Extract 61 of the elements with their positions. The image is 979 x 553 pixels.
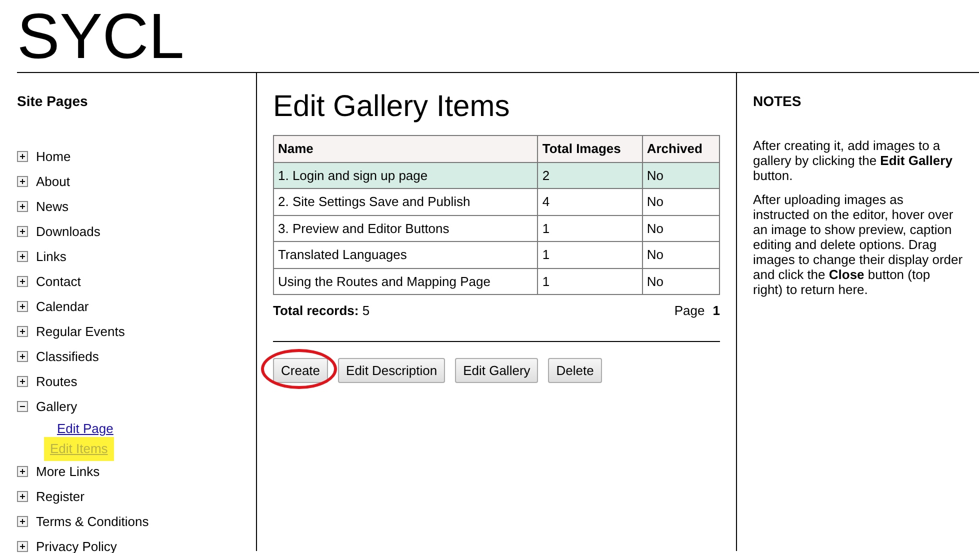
table-cell: 2. Site Settings Save and Publish	[274, 188, 538, 215]
sidebar-link[interactable]: Edit Page	[57, 419, 114, 439]
expand-icon[interactable]	[17, 466, 28, 477]
sidebar-item[interactable]: Calendar	[36, 296, 89, 316]
table-cell: 3. Preview and Editor Buttons	[274, 215, 538, 242]
sidebar-item[interactable]: Downloads	[36, 222, 100, 242]
column-header: Archived	[642, 136, 720, 162]
action-button[interactable]: Create	[273, 358, 328, 383]
expand-icon[interactable]	[17, 176, 28, 187]
action-button[interactable]: Edit Description	[338, 358, 446, 383]
sidebar-item[interactable]: News	[36, 196, 69, 216]
sidebar-item[interactable]: Classifieds	[36, 346, 99, 366]
table-cell: 1	[538, 215, 642, 242]
note-paragraph: After creating it, add images to a gallery by clicking the Edit Gallery button.	[753, 138, 954, 183]
expand-icon[interactable]	[17, 301, 28, 312]
table-cell: No	[642, 188, 720, 215]
sidebar-item[interactable]: More Links	[36, 462, 100, 482]
table-cell: No	[642, 268, 720, 294]
expand-icon[interactable]	[17, 376, 28, 387]
column-header: Name	[274, 136, 538, 162]
note-paragraph: After uploading images as instructed on the editor, hover over an image to show preview, caption editing and delete options. Drag images to change their display order and click the Close button (top right) to return here.	[753, 192, 963, 297]
page-heading: Edit Gallery Items	[273, 89, 511, 125]
sidebar-item[interactable]: Routes	[36, 372, 78, 392]
sidebar-item[interactable]: Links	[36, 246, 66, 266]
expand-icon[interactable]	[17, 276, 28, 287]
expand-icon[interactable]	[17, 151, 28, 162]
page-number: 1	[712, 302, 720, 320]
table-cell: 4	[538, 188, 642, 215]
expand-icon[interactable]	[17, 326, 28, 337]
sidebar-item[interactable]: About	[36, 172, 70, 192]
expand-icon[interactable]	[17, 541, 28, 552]
sidebar-item[interactable]: Contact	[36, 272, 81, 292]
site-title: SYCL	[17, 0, 186, 72]
sidebar-item[interactable]: Home	[36, 146, 71, 166]
table-cell: No	[642, 162, 720, 188]
total-records: Total records: 5	[273, 302, 370, 320]
table-cell: No	[642, 242, 720, 268]
sidebar-item[interactable]: Regular Events	[36, 322, 125, 342]
expand-icon[interactable]	[17, 491, 28, 502]
table-cell: Using the Routes and Mapping Page	[274, 268, 538, 294]
sidebar-title: Site Pages	[17, 92, 88, 111]
table-cell: 2	[538, 162, 642, 188]
sidebar-item[interactable]: Register	[36, 486, 84, 506]
page-label: Page	[674, 302, 705, 320]
sidebar-item[interactable]: Terms & Conditions	[36, 512, 149, 532]
table-cell: 1. Login and sign up page	[274, 162, 538, 188]
table-cell: Translated Languages	[274, 242, 538, 268]
expand-icon[interactable]	[17, 351, 28, 362]
sidebar-item[interactable]: Gallery	[36, 396, 78, 416]
action-button[interactable]: Edit Gallery	[455, 358, 538, 383]
column-header: Total Images	[538, 136, 642, 162]
table-cell: 1	[538, 268, 642, 294]
collapse-icon[interactable]	[17, 401, 28, 412]
notes-title: NOTES	[753, 92, 802, 111]
table-cell: No	[642, 215, 720, 242]
table-cell: 1	[538, 242, 642, 268]
expand-icon[interactable]	[17, 251, 28, 262]
expand-icon[interactable]	[17, 226, 28, 237]
expand-icon[interactable]	[17, 516, 28, 527]
expand-icon[interactable]	[17, 201, 28, 212]
action-button[interactable]: Delete	[548, 358, 602, 383]
